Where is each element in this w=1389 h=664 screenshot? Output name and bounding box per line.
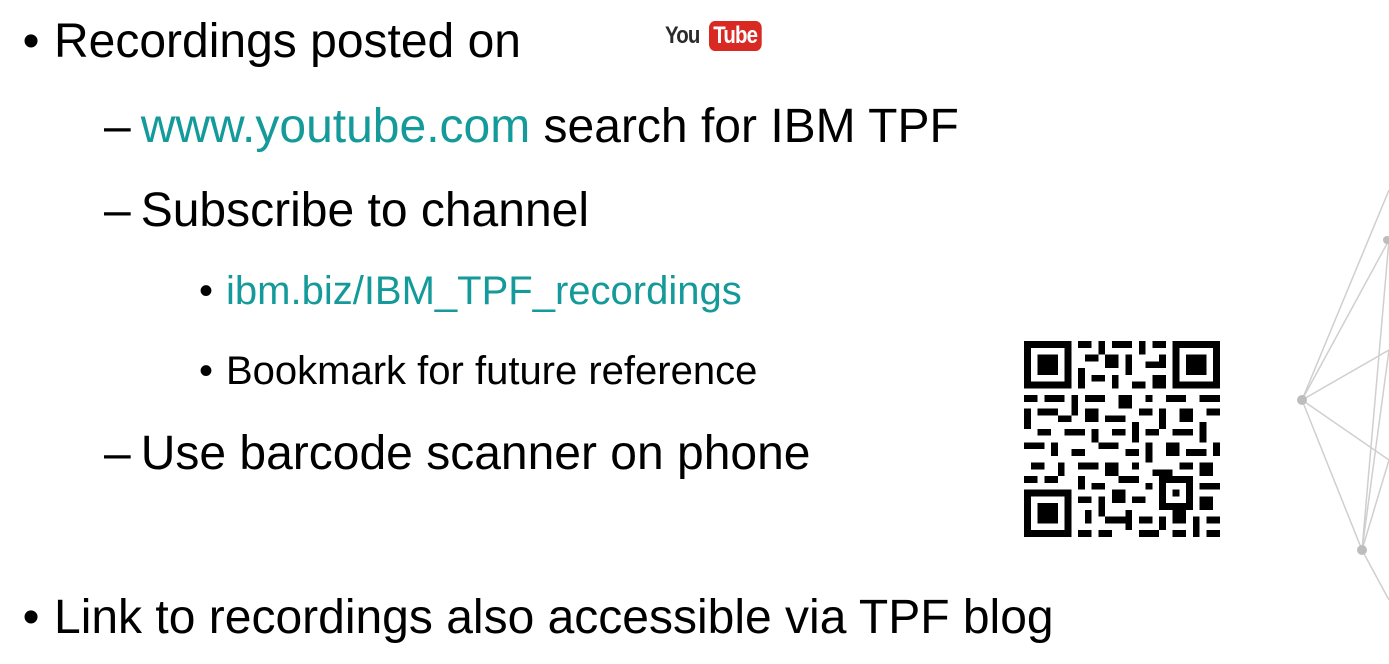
bullet-marker: • [22, 591, 40, 644]
bullet-marker: • [198, 269, 213, 313]
sub-bullet-barcode: – Use barcode scanner on phone [104, 430, 811, 478]
sub-bullet-text: Subscribe to channel [140, 184, 589, 237]
sub-bullet-youtube: – www.youtube.com search for IBM TPF [104, 103, 959, 151]
qr-code-icon[interactable] [1024, 341, 1220, 537]
bullet-blog-link: • Link to recordings also accessible via … [8, 594, 1054, 642]
sub-bullet-subscribe: – Subscribe to channel [104, 187, 589, 235]
dash-marker: – [104, 184, 131, 237]
sub-sub-bullet-text: Bookmark for future reference [226, 349, 758, 393]
bullet-text: Recordings posted on [54, 15, 521, 68]
dash-marker: – [104, 427, 131, 480]
sub-sub-bullet-channel-link: • ibm.biz/IBM_TPF_recordings [186, 271, 742, 311]
dash-marker: – [104, 100, 131, 153]
youtube-link[interactable]: www.youtube.com [141, 100, 531, 153]
youtube-logo-you: You [665, 22, 700, 49]
bullet-recordings: • Recordings posted on [8, 18, 521, 66]
sub-bullet-text: search for IBM TPF [530, 100, 959, 153]
youtube-logo[interactable]: You Tube [665, 20, 770, 52]
bullet-marker: • [198, 349, 213, 393]
bullet-marker: • [22, 15, 40, 68]
bullet-text: Link to recordings also accessible via T… [54, 591, 1054, 644]
sub-bullet-text: Use barcode scanner on phone [140, 427, 811, 480]
channel-link[interactable]: ibm.biz/IBM_TPF_recordings [226, 269, 742, 313]
youtube-logo-tube: Tube [708, 21, 761, 51]
sub-sub-bullet-bookmark: • Bookmark for future reference [186, 351, 757, 391]
network-graph-icon [1297, 190, 1389, 600]
